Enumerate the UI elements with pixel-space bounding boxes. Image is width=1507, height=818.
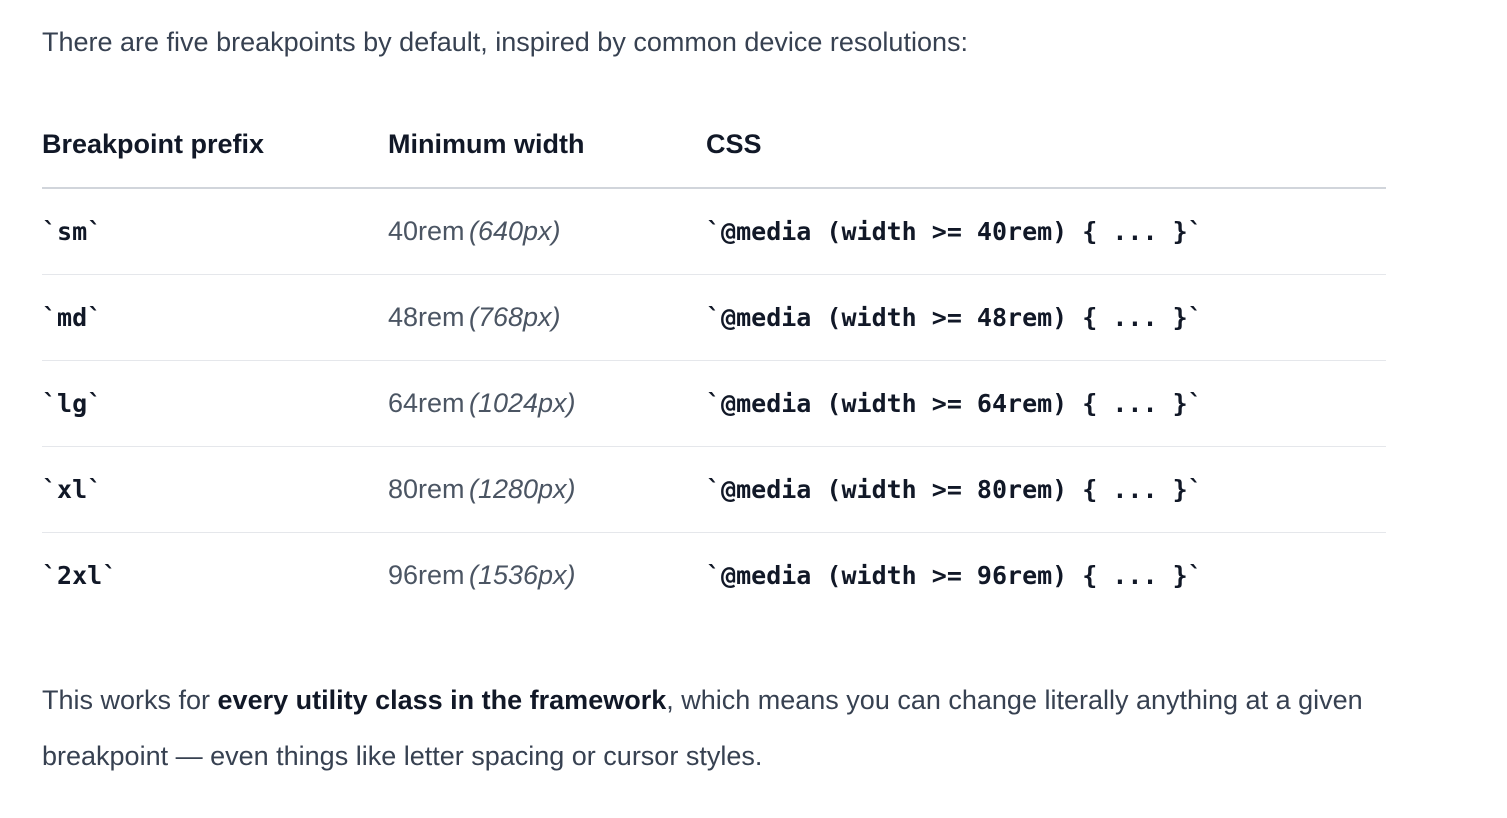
breakpoints-table: Breakpoint prefix Minimum width CSS `sm`… — [42, 102, 1386, 618]
breakpoint-prefix: `sm` — [42, 217, 103, 246]
outro-paragraph: This works for every utility class in th… — [42, 672, 1402, 784]
min-width-cell: 48rem (768px) — [388, 274, 706, 361]
min-width-px: (640px) — [468, 216, 561, 246]
css-cell: `@media (width >= 40rem) { ... }` — [706, 188, 1386, 275]
css-cell: `@media (width >= 48rem) { ... }` — [706, 274, 1386, 361]
min-width-cell: 80rem (1280px) — [388, 446, 706, 533]
css-media-query: `@media (width >= 96rem) { ... }` — [706, 561, 1203, 590]
min-width-rem: 96rem — [388, 560, 465, 590]
css-media-query: `@media (width >= 64rem) { ... }` — [706, 389, 1203, 418]
breakpoint-prefix: `xl` — [42, 475, 103, 504]
outro-text-before: This works for — [42, 685, 218, 715]
breakpoint-prefix: `2xl` — [42, 561, 118, 590]
css-cell: `@media (width >= 96rem) { ... }` — [706, 533, 1386, 619]
min-width-px: (1536px) — [468, 560, 576, 590]
table-row: `2xl` 96rem (1536px) `@media (width >= 9… — [42, 533, 1386, 619]
css-media-query: `@media (width >= 40rem) { ... }` — [706, 217, 1203, 246]
table-row: `xl` 80rem (1280px) `@media (width >= 80… — [42, 446, 1386, 533]
prefix-cell: `lg` — [42, 360, 388, 447]
header-breakpoint-prefix: Breakpoint prefix — [42, 102, 388, 189]
min-width-rem: 80rem — [388, 474, 465, 504]
css-media-query: `@media (width >= 48rem) { ... }` — [706, 303, 1203, 332]
table-row: `md` 48rem (768px) `@media (width >= 48r… — [42, 274, 1386, 361]
table-header-row: Breakpoint prefix Minimum width CSS — [42, 102, 1386, 189]
header-css: CSS — [706, 102, 1386, 189]
css-cell: `@media (width >= 80rem) { ... }` — [706, 446, 1386, 533]
css-media-query: `@media (width >= 80rem) { ... }` — [706, 475, 1203, 504]
table-row: `lg` 64rem (1024px) `@media (width >= 64… — [42, 360, 1386, 447]
min-width-rem: 40rem — [388, 216, 465, 246]
intro-paragraph: There are five breakpoints by default, i… — [42, 27, 968, 57]
breakpoint-prefix: `md` — [42, 303, 103, 332]
min-width-rem: 64rem — [388, 388, 465, 418]
prefix-cell: `sm` — [42, 188, 388, 275]
min-width-cell: 96rem (1536px) — [388, 533, 706, 619]
min-width-cell: 40rem (640px) — [388, 188, 706, 275]
prefix-cell: `md` — [42, 274, 388, 361]
min-width-cell: 64rem (1024px) — [388, 360, 706, 447]
min-width-px: (1280px) — [468, 474, 576, 504]
table-row: `sm` 40rem (640px) `@media (width >= 40r… — [42, 188, 1386, 275]
prefix-cell: `2xl` — [42, 533, 388, 619]
header-minimum-width: Minimum width — [388, 102, 706, 189]
breakpoint-prefix: `lg` — [42, 389, 103, 418]
min-width-px: (1024px) — [468, 388, 576, 418]
prefix-cell: `xl` — [42, 446, 388, 533]
outro-emphasis: every utility class in the framework — [217, 685, 667, 715]
min-width-rem: 48rem — [388, 302, 465, 332]
min-width-px: (768px) — [468, 302, 561, 332]
css-cell: `@media (width >= 64rem) { ... }` — [706, 360, 1386, 447]
